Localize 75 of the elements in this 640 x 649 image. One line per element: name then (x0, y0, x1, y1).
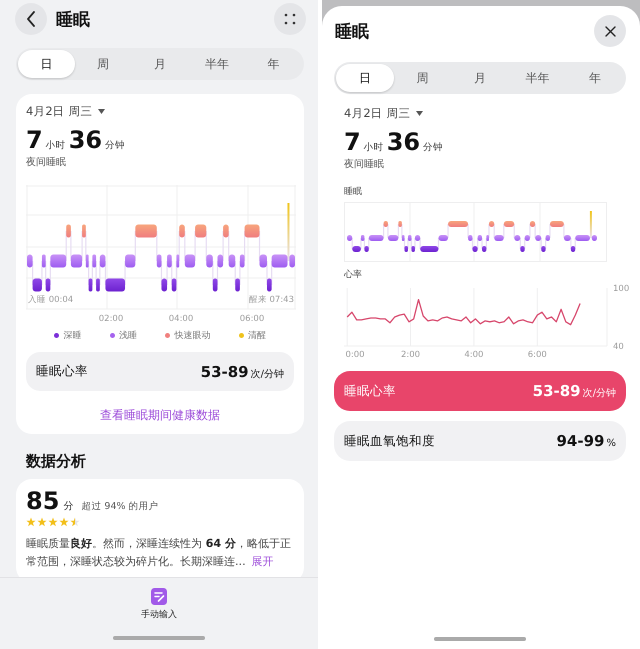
tab[interactable]: 周 (394, 64, 452, 92)
axis-label: 100 (613, 284, 630, 294)
score-unit: 分 (63, 500, 74, 513)
metric-value: 94-99 (556, 432, 604, 450)
tab[interactable]: 年 (566, 64, 624, 92)
legend-label: 深睡 (63, 330, 82, 342)
hours-unit: 小时 (364, 141, 384, 154)
metric-unit: 次/分钟 (582, 386, 616, 400)
axis-label: 2:00 (401, 350, 420, 360)
note-edit-icon (151, 588, 167, 605)
star-icon (59, 517, 69, 527)
metric-value: 53-89 (532, 382, 581, 400)
duration-minutes: 36 (386, 128, 420, 156)
menu-icon (284, 13, 296, 25)
close-button[interactable] (594, 15, 626, 47)
axis-label: 06:00 (240, 314, 264, 324)
tab[interactable]: 年 (245, 50, 302, 78)
star-icon (70, 517, 80, 527)
axis-label: 40 (613, 342, 624, 352)
health-data-link[interactable]: 查看睡眠期间健康数据 (100, 408, 220, 422)
page-title: 睡眠 (56, 8, 91, 30)
tab[interactable]: 周 (74, 50, 132, 78)
metric-unit: 次/分钟 (250, 368, 284, 380)
legend-label: 浅睡 (118, 330, 137, 342)
tab[interactable]: 日 (336, 64, 394, 92)
star-icon (48, 517, 58, 527)
minutes-unit: 分钟 (105, 139, 126, 152)
hours-unit: 小时 (46, 139, 66, 152)
back-button[interactable] (15, 3, 47, 35)
sheet-title: 睡眠 (335, 20, 370, 42)
sleep-score: 85 (26, 487, 60, 515)
date-label[interactable]: 4月2日 周三 (26, 104, 92, 118)
menu-button[interactable] (274, 3, 306, 35)
duration-hours: 7 (26, 126, 43, 154)
axis-label: 02:00 (98, 314, 124, 324)
tab[interactable]: 月 (451, 64, 509, 92)
star-icon (37, 517, 47, 527)
metric-row[interactable]: 睡眠心率 53-89 次/分钟 (26, 352, 294, 391)
tab[interactable]: 日 (18, 50, 75, 78)
duration-minutes: 36 (68, 126, 102, 154)
manual-input-button[interactable]: 手动输入 (141, 588, 177, 621)
back-icon (26, 11, 36, 27)
tab[interactable]: 月 (132, 50, 188, 78)
metric-label: 睡眠血氧饱和度 (344, 432, 435, 450)
minutes-unit: 分钟 (423, 141, 444, 154)
tab[interactable]: 半年 (188, 50, 246, 78)
date-label[interactable]: 4月2日 周三 (344, 106, 410, 120)
comparison-text: 超过 94% 的用户 (81, 500, 159, 513)
axis-label: 0:00 (345, 350, 365, 360)
metric-value: 53-89 (200, 362, 249, 380)
metric-label: 睡眠心率 (344, 382, 396, 400)
star-icon (26, 517, 36, 527)
caption: 夜间睡眠 (344, 158, 385, 171)
caption: 夜间睡眠 (26, 156, 67, 169)
expand-link[interactable]: 展开 (252, 555, 274, 568)
duration-hours: 7 (344, 128, 361, 156)
caret-icon (98, 108, 106, 114)
legend-label: 清醒 (248, 330, 266, 342)
metric-label: 睡眠心率 (36, 363, 88, 380)
analysis-text: 睡眠质量良好。然而，深睡连续性为 64 分，略低于正常范围，深睡状态较为碎片化。长期深睡连... 展开 (26, 536, 292, 570)
axis-label: 04:00 (168, 314, 194, 324)
axis-label: 4:00 (464, 350, 484, 360)
metric-row[interactable]: 睡眠心率 53-89 次/分钟 (334, 371, 626, 411)
close-icon (604, 26, 616, 36)
caret-icon (416, 110, 424, 116)
metric-unit: % (606, 438, 616, 449)
legend-label: 快速眼动 (174, 330, 210, 342)
wake-time-label: 醒来 07:43 (248, 295, 294, 305)
section-heading: 数据分析 (26, 452, 87, 471)
chart-title: 睡眠 (344, 186, 363, 198)
axis-label: 6:00 (528, 350, 547, 360)
chart-title: 心率 (344, 268, 363, 281)
metric-row[interactable]: 睡眠血氧饱和度 94-99% (334, 421, 626, 461)
sleep-start-label: 入睡 00:04 (28, 295, 74, 305)
tab[interactable]: 半年 (508, 64, 566, 92)
